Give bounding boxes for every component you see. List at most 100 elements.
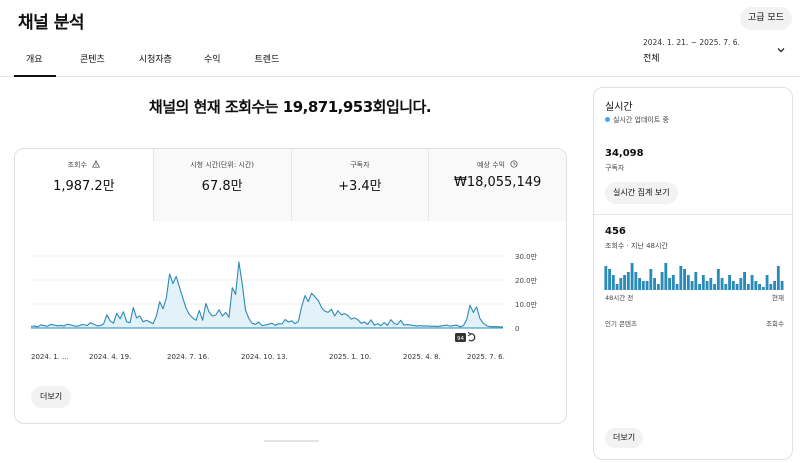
realtime-bar (645, 281, 649, 290)
metric-subscribers[interactable]: 구독자 +3.4만 (290, 149, 429, 221)
realtime-bar (660, 272, 664, 290)
analytics-tabs: 개요 콘텐츠 시청자층 수익 트렌드 (14, 52, 291, 77)
realtime-bar-chart (604, 263, 784, 290)
date-range-label: 전체 (643, 54, 660, 64)
realtime-bar (671, 275, 675, 290)
realtime-bar (705, 281, 709, 290)
app-header: 채널 분석 고급 모드 개요 콘텐츠 시청자층 수익 트렌드 2024. 1. … (0, 0, 800, 77)
divider (594, 214, 792, 215)
metric-revenue[interactable]: 예상 수익 ₩18,055,149 (428, 149, 566, 221)
metric-views-value: 1,987.2만 (53, 179, 115, 194)
y-tick-label: 30.0만 (515, 252, 538, 261)
tab-content[interactable]: 콘텐츠 (68, 52, 117, 77)
marker-label: 94 (457, 336, 464, 342)
realtime-bar (720, 278, 724, 290)
warning-icon (92, 160, 101, 168)
x-tick-label: 2024. 7. 16. (167, 353, 209, 361)
views-48h-value: 456 (605, 226, 626, 237)
y-tick-label: 0 (515, 325, 519, 333)
realtime-bar (750, 275, 754, 290)
scroll-indicator (264, 440, 319, 442)
realtime-bar (735, 284, 739, 290)
tab-trend[interactable]: 트렌드 (243, 52, 292, 77)
realtime-bar (683, 269, 686, 290)
realtime-bar (743, 272, 746, 290)
realtime-bar (626, 272, 630, 290)
date-range-selector[interactable]: 2024. 1. 21. ~ 2025. 7. 6. 전체 (643, 38, 740, 64)
realtime-bar (653, 278, 656, 290)
metric-watch-time[interactable]: 시청 시간(단위: 시간) 67.8만 (152, 149, 291, 221)
realtime-bar (761, 287, 765, 290)
metric-watch-time-value: 67.8만 (201, 179, 243, 194)
x-tick-label: 2024. 4. 19. (89, 353, 131, 361)
x-tick-label: 2024. 10. 13. (241, 353, 288, 361)
realtime-bar (698, 284, 701, 290)
tab-overview[interactable]: 개요 (14, 52, 56, 77)
x-tick-label: 2025. 1. 10. (329, 353, 371, 361)
metric-watch-time-label: 시청 시간(단위: 시간) (190, 161, 255, 169)
realtime-status: 실시간 업데이트 중 (613, 116, 669, 124)
tab-revenue[interactable]: 수익 (192, 52, 233, 77)
bars-start-label: 48시간 전 (605, 294, 634, 302)
views-headline: 채널의 현재 조회수는 19,871,953회입니다. (148, 98, 432, 116)
realtime-more-button[interactable]: 더보기 (605, 428, 644, 448)
realtime-subscribers-value: 34,098 (605, 148, 644, 159)
realtime-bar (638, 278, 641, 290)
live-dot-icon (605, 117, 610, 122)
x-tick-label: 2025. 4. 8. (403, 353, 441, 361)
more-button[interactable]: 더보기 (31, 386, 72, 408)
bars-end-label: 현재 (772, 294, 784, 302)
y-tick-label: 10.0만 (515, 300, 538, 309)
views-chart: 30.0만 20.0만 10.0만 0 2024. 1. ... 2024. 4. 19.… (30, 252, 538, 361)
realtime-bar (773, 281, 776, 290)
popular-content-label: 인기 콘텐츠 (605, 320, 637, 328)
date-range-text: 2024. 1. 21. ~ 2025. 7. 6. (643, 38, 740, 47)
realtime-bar (731, 281, 735, 290)
realtime-bar (664, 263, 668, 290)
x-tick-label: 2025. 7. 6. (467, 353, 505, 361)
metric-subscribers-value: +3.4만 (338, 179, 382, 194)
realtime-bar (634, 272, 638, 290)
realtime-bar (690, 281, 694, 290)
realtime-bar (668, 278, 671, 290)
realtime-bar (754, 281, 758, 290)
realtime-bar (615, 284, 619, 290)
realtime-subscribers-label: 구독자 (605, 164, 625, 172)
realtime-bar (686, 275, 690, 290)
realtime-bar (623, 275, 626, 290)
popular-views-column: 조회수 (766, 320, 784, 328)
realtime-bar (716, 269, 720, 290)
advanced-mode-button[interactable]: 고급 모드 (740, 7, 792, 30)
views-48h-label: 조회수 · 지난 48시간 (605, 242, 668, 250)
chevron-down-icon[interactable] (776, 45, 786, 55)
realtime-bar (780, 281, 784, 290)
y-tick-label: 20.0만 (515, 276, 538, 285)
realtime-bar (694, 272, 698, 290)
realtime-bar (630, 263, 634, 290)
realtime-bar (769, 284, 773, 290)
views-area-fill (31, 262, 503, 328)
metric-subscribers-label: 구독자 (350, 161, 370, 169)
realtime-bar (746, 284, 750, 290)
upload-marker[interactable]: 94 (455, 333, 466, 342)
realtime-bar (619, 278, 623, 290)
realtime-bar (713, 284, 716, 290)
page-title: 채널 분석 (18, 13, 84, 33)
live-count-button[interactable]: 실시간 집계 보기 (605, 182, 678, 204)
metric-tabs: 조회수 1,987.2만 시청 시간(단위: 시간) 67.8만 구독자 +3.… (15, 149, 566, 221)
realtime-bar (656, 284, 660, 290)
x-tick-label: 2024. 1. ... (31, 353, 69, 361)
realtime-bar (641, 281, 645, 290)
refresh-icon[interactable] (467, 332, 476, 342)
realtime-bar (604, 266, 608, 290)
realtime-bar (776, 266, 780, 290)
realtime-card: 실시간 실시간 업데이트 중 34,098 구독자 실시간 집계 보기 456 … (593, 87, 793, 460)
realtime-bar (611, 275, 615, 290)
metric-views[interactable]: 조회수 1,987.2만 (15, 149, 153, 221)
tab-audience[interactable]: 시청자층 (127, 52, 184, 77)
overview-card: 조회수 1,987.2만 시청 시간(단위: 시간) 67.8만 구독자 +3.… (14, 148, 567, 424)
realtime-bar (701, 275, 705, 290)
realtime-bar (649, 269, 653, 290)
realtime-bar (765, 275, 769, 290)
clock-icon (510, 160, 518, 168)
